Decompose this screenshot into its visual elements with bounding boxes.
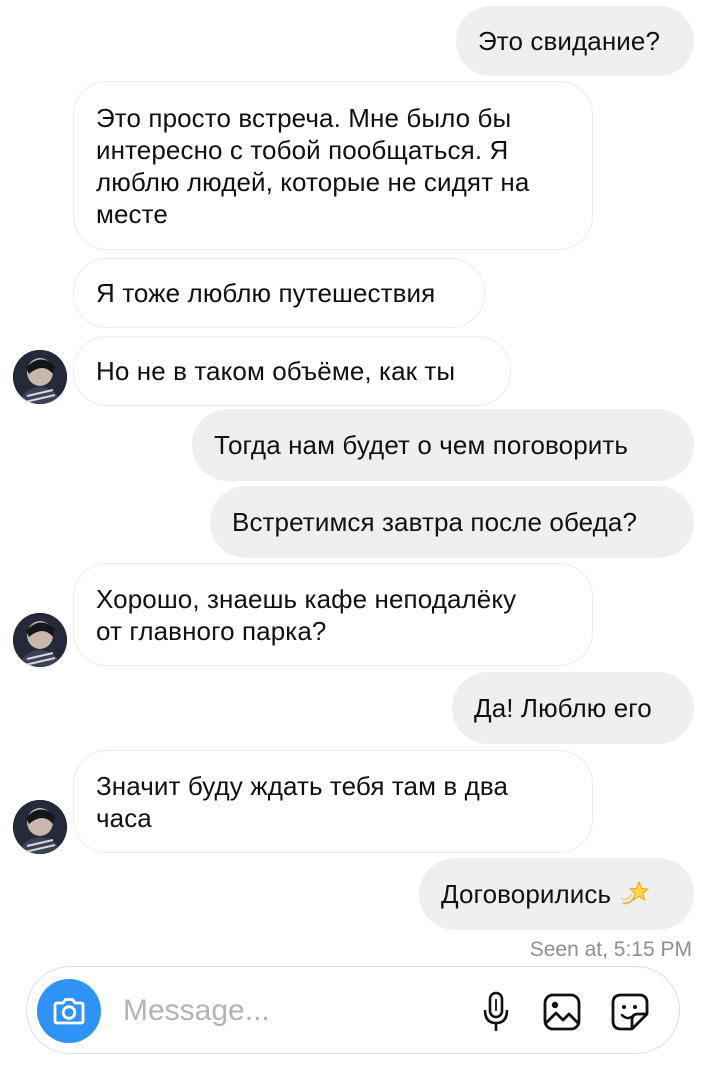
- message-text: Да! Люблю его: [474, 693, 652, 723]
- camera-icon: [53, 998, 85, 1025]
- message-text: Встретимся завтра после обеда?: [232, 507, 638, 537]
- camera-button[interactable]: [37, 979, 101, 1043]
- sticker-icon: [611, 993, 649, 1031]
- message-outgoing[interactable]: Да! Люблю его: [452, 672, 694, 744]
- sticker-button[interactable]: [609, 991, 651, 1033]
- avatar-photo: [13, 350, 67, 404]
- avatar-photo: [13, 613, 67, 667]
- message-outgoing[interactable]: Тогда нам будет о чем поговорить: [192, 409, 694, 481]
- message-input[interactable]: [123, 989, 423, 1033]
- gallery-button[interactable]: [541, 991, 583, 1033]
- message-text: Я тоже люблю путешествия: [96, 278, 436, 308]
- message-incoming[interactable]: Я тоже люблю путешествия: [73, 258, 485, 328]
- avatar-photo: [13, 800, 67, 854]
- contact-avatar[interactable]: [13, 613, 67, 667]
- message-text: Это свидание?: [478, 26, 661, 56]
- dizzy-star-icon: [619, 879, 650, 909]
- message-text: Это просто встреча. Мне было бы интересн…: [96, 102, 530, 229]
- seen-status: Seen at, 5:15 PM: [529, 938, 692, 961]
- contact-avatar[interactable]: [13, 350, 67, 404]
- message-incoming[interactable]: Но не в таком объёме, как ты: [73, 336, 511, 406]
- message-text: Тогда нам будет о чем поговорить: [214, 430, 629, 460]
- microphone-icon: [483, 991, 509, 1031]
- chat-thread: Это свидание? Это просто встреча. Мне бы…: [0, 0, 708, 1080]
- message-outgoing[interactable]: Это свидание?: [456, 6, 694, 76]
- message-composer: [26, 966, 680, 1054]
- gallery-icon: [543, 993, 581, 1031]
- message-incoming[interactable]: Хорошо, знаешь кафе неподалёку от главно…: [73, 563, 593, 666]
- message-outgoing[interactable]: Договорились: [419, 858, 694, 930]
- message-incoming[interactable]: Это просто встреча. Мне было бы интересн…: [73, 81, 593, 250]
- message-incoming[interactable]: Значит буду ждать тебя там в два часа: [73, 750, 593, 853]
- contact-avatar[interactable]: [13, 800, 67, 854]
- microphone-button[interactable]: [475, 991, 517, 1033]
- message-text: Значит буду ждать тебя там в два часа: [96, 770, 509, 833]
- message-outgoing[interactable]: Встретимся завтра после обеда?: [210, 486, 694, 558]
- message-text: Договорились: [441, 879, 612, 909]
- message-text: Но не в таком объёме, как ты: [96, 356, 456, 386]
- message-text: Хорошо, знаешь кафе неподалёку от главно…: [96, 583, 517, 646]
